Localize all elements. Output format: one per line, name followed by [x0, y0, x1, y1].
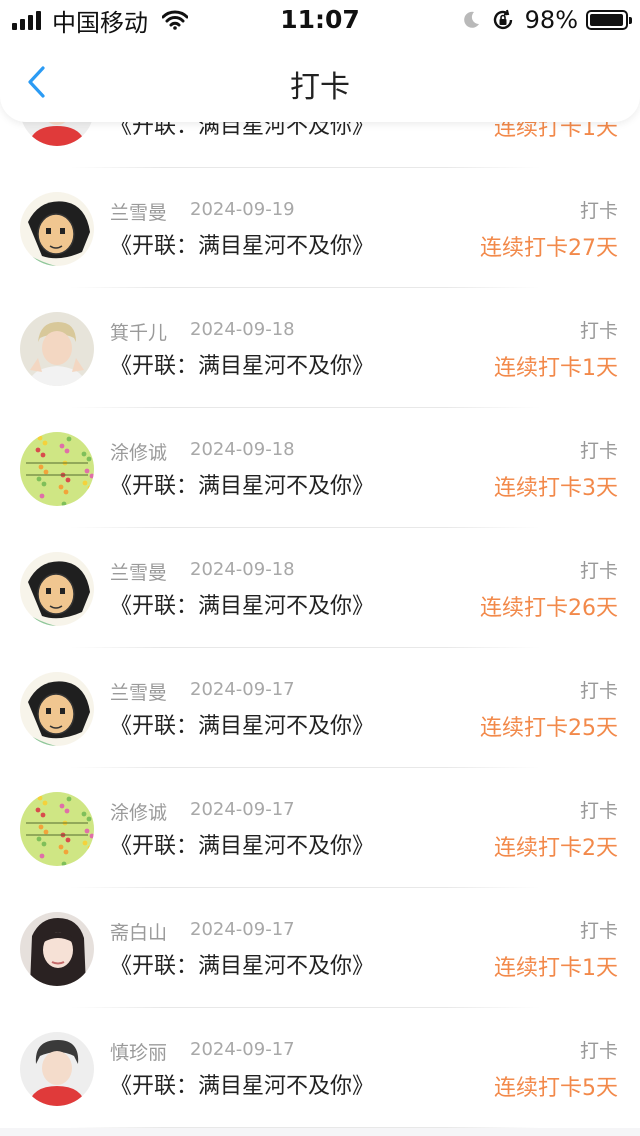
list-item[interactable]: 箕千儿 2024-09-18 《开联：满目星河不及你》 打卡 连续打卡1天 — [0, 288, 640, 408]
book-title: 《开联：满目星河不及你》 — [110, 834, 375, 859]
moon-icon — [463, 11, 479, 28]
checkin-type: 打卡 — [579, 920, 618, 942]
streak-label: 连续打卡3天 — [494, 476, 618, 501]
book-title: 《开联：满目星河不及你》 — [110, 474, 375, 499]
streak-label: 连续打卡1天 — [494, 356, 618, 381]
list-item[interactable]: 慎珍丽 2024-09-17 《开联：满目星河不及你》 打卡 连续打卡5天 — [0, 1008, 640, 1128]
checkin-date: 2024-09-18 — [190, 559, 295, 580]
cartoon-face-graphic — [20, 552, 94, 626]
checkin-date: 2024-09-18 — [190, 439, 295, 460]
person-avatar-red[interactable] — [20, 1032, 94, 1106]
battery-icon — [586, 10, 632, 30]
cartoon-avatar[interactable] — [20, 552, 94, 626]
streak-label: 连续打卡25天 — [480, 716, 618, 741]
user-name: 慎珍丽 — [110, 1042, 168, 1064]
user-name: 兰雪曼 — [110, 202, 168, 224]
cartoon-avatar[interactable] — [20, 672, 94, 746]
streak-label: 连续打卡1天 — [494, 956, 618, 981]
book-title: 《开联：满目星河不及你》 — [110, 354, 375, 379]
streak-label: 连续打卡26天 — [480, 596, 618, 621]
streak-label: 连续打卡27天 — [480, 236, 618, 261]
checkin-date: 2024-09-17 — [190, 919, 295, 940]
book-title: 《开联：满目星河不及你》 — [110, 594, 375, 619]
back-button[interactable] — [16, 62, 56, 102]
battery-level — [590, 14, 624, 26]
status-right: 98% — [461, 6, 632, 34]
checkin-type: 打卡 — [579, 440, 618, 462]
list-item[interactable]: 涂修诚 2024-09-18 《开联：满目星河不及你》 打卡 连续打卡3天 — [0, 408, 640, 528]
checkin-type: 打卡 — [579, 560, 618, 582]
checkin-type: 打卡 — [579, 200, 618, 222]
rotation-lock-icon — [493, 9, 512, 30]
list-item[interactable]: 斋白山 2024-09-17 《开联：满目星河不及你》 打卡 连续打卡1天 — [0, 888, 640, 1008]
checkin-type: 打卡 — [579, 680, 618, 702]
checkin-date: 2024-09-17 — [190, 679, 295, 700]
user-name: 涂修诚 — [110, 442, 168, 464]
battery-percent: 98% — [524, 6, 578, 34]
chevron-left-icon — [28, 66, 45, 98]
book-title: 《开联：满目星河不及你》 — [110, 234, 375, 259]
page-title: 打卡 — [290, 70, 350, 105]
user-name: 兰雪曼 — [110, 562, 168, 584]
cartoon-face-graphic — [20, 672, 94, 746]
book-title: 《开联：满目星河不及你》 — [110, 1074, 375, 1099]
floral-avatar[interactable] — [20, 432, 94, 506]
checkin-type: 打卡 — [579, 1040, 618, 1062]
cartoon-avatar[interactable] — [20, 192, 94, 266]
book-title: 《开联：满目星河不及你》 — [110, 714, 375, 739]
list-item[interactable]: 涂修诚 2024-09-17 《开联：满目星河不及你》 打卡 连续打卡2天 — [0, 768, 640, 888]
portrait-graphic — [20, 312, 94, 386]
checkin-date: 2024-09-17 — [190, 799, 295, 820]
checkin-date: 2024-09-18 — [190, 319, 295, 340]
checkin-date: 2024-09-17 — [190, 1039, 295, 1060]
person-avatar-dark[interactable] — [20, 912, 94, 986]
book-title: 《开联：满目星河不及你》 — [110, 954, 375, 979]
floral-avatar[interactable] — [20, 792, 94, 866]
list-item[interactable]: 兰雪曼 2024-09-17 《开联：满目星河不及你》 打卡 连续打卡25天 — [0, 648, 640, 768]
floral-pattern-graphic — [20, 432, 94, 506]
checkin-type: 打卡 — [579, 320, 618, 342]
user-name: 涂修诚 — [110, 802, 168, 824]
checkin-date: 2024-09-19 — [190, 199, 295, 220]
floral-pattern-graphic — [20, 792, 94, 866]
checkin-list: 慎珍丽 2024-09-19 《开联：满目星河不及你》 打卡 连续打卡1天 兰雪… — [0, 84, 640, 1136]
user-name: 斋白山 — [110, 922, 168, 944]
user-name: 兰雪曼 — [110, 682, 168, 704]
streak-label: 连续打卡5天 — [494, 1076, 618, 1101]
streak-label: 连续打卡2天 — [494, 836, 618, 861]
portrait-graphic — [20, 912, 94, 986]
nav-bar: 打卡 — [0, 40, 640, 122]
list-item[interactable]: 兰雪曼 2024-09-18 《开联：满目星河不及你》 打卡 连续打卡26天 — [0, 528, 640, 648]
user-name: 箕千儿 — [110, 322, 168, 344]
portrait-graphic — [20, 1032, 94, 1106]
status-bar: 中国移动 11:07 98% — [0, 0, 640, 40]
cartoon-face-graphic — [20, 192, 94, 266]
list-item[interactable]: 兰雪曼 2024-09-19 《开联：满目星河不及你》 打卡 连续打卡27天 — [0, 168, 640, 288]
checkin-type: 打卡 — [579, 800, 618, 822]
person-avatar-light[interactable] — [20, 312, 94, 386]
divider — [70, 1127, 540, 1128]
